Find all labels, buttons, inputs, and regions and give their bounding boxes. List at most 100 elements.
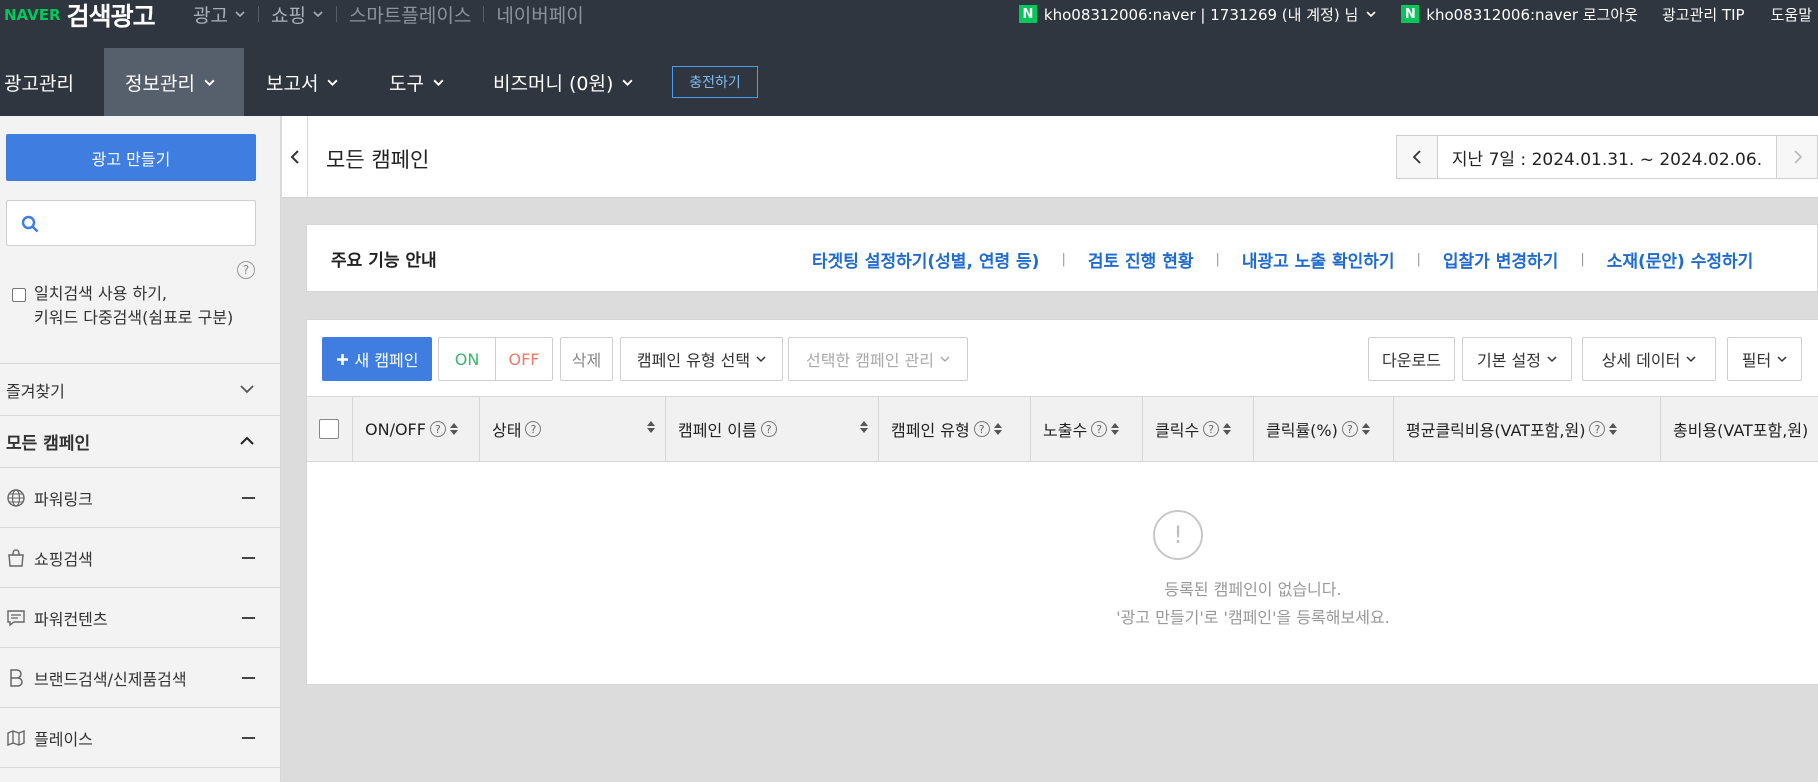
new-campaign-button[interactable]: 새 캠페인 [322, 337, 432, 381]
help-icon[interactable]: ? [237, 261, 255, 279]
campaign-toolbar: 새 캠페인 ON OFF 삭제 캠페인 유형 선택 선택한 캠페인 관리 다운로… [307, 320, 1818, 396]
chevron-down-icon [756, 356, 766, 363]
exact-match-checkbox[interactable] [12, 288, 26, 302]
main-header: 모든 캠페인 지난 7일 : 2024.01.31. ~ 2024.02.06. [282, 116, 1818, 198]
on-button[interactable]: ON [438, 337, 496, 381]
sidebar-item-brand[interactable]: 브랜드검색/신제품검색 [0, 647, 281, 707]
nav-info-management[interactable]: 정보관리 [104, 48, 244, 116]
help-icon[interactable]: ? [525, 421, 542, 437]
collapse-icon[interactable] [242, 737, 255, 739]
sidebar-item-powercontents[interactable]: 파워컨텐츠 [0, 587, 281, 647]
help-icon[interactable]: ? [1091, 421, 1108, 437]
logo[interactable]: NAVER 검색광고 [4, 0, 156, 31]
top-nav-shopping[interactable]: 쇼핑 [257, 5, 336, 27]
nav-ad-management-label: 광고관리 [4, 72, 74, 95]
column-onoff[interactable]: ON/OFF ? [353, 397, 480, 461]
nav-report[interactable]: 보고서 [266, 48, 339, 116]
column-ctr-label: 클릭률(%) [1266, 421, 1338, 440]
basic-setting-label: 기본 설정 [1477, 351, 1541, 370]
make-ad-button[interactable]: 광고 만들기 [6, 134, 256, 181]
naver-n-icon: N [1401, 5, 1420, 23]
date-next-button[interactable] [1776, 136, 1817, 178]
sort-icon[interactable] [1223, 423, 1232, 435]
sort-icon[interactable] [647, 421, 655, 433]
manage-selected-select[interactable]: 선택한 캠페인 관리 [788, 337, 968, 381]
all-campaigns-toggle[interactable]: 모든 캠페인 [0, 415, 281, 467]
tip-link[interactable]: 광고관리 TIP [1662, 4, 1745, 25]
date-range-picker[interactable]: 지난 7일 : 2024.01.31. ~ 2024.02.06. [1396, 135, 1818, 179]
column-avg-cpc[interactable]: 평균클릭비용(VAT포함,원) ? [1394, 397, 1661, 461]
filter-select[interactable]: 필터 [1727, 337, 1802, 381]
sidebar-item-place[interactable]: 플레이스 [0, 707, 281, 767]
sort-icon[interactable] [1111, 423, 1120, 435]
nav-report-label: 보고서 [266, 72, 319, 95]
collapse-icon[interactable] [242, 557, 255, 559]
top-nav-ad[interactable]: 광고 [178, 5, 258, 27]
favorites-toggle[interactable]: 즐겨찾기 [0, 363, 281, 415]
collapse-icon[interactable] [242, 677, 255, 679]
guide-separator: | [1416, 251, 1421, 267]
column-campaign-type[interactable]: 캠페인 유형 ? [879, 397, 1031, 461]
delete-button[interactable]: 삭제 [560, 337, 613, 381]
sidebar-item-shopping[interactable]: 쇼핑검색 [0, 527, 281, 587]
help-link[interactable]: 도움말 [1771, 4, 1812, 25]
help-icon[interactable]: ? [1589, 421, 1606, 437]
top-nav-smartplace[interactable]: 스마트플레이스 [335, 5, 483, 27]
guide-link-targeting[interactable]: 타겟팅 설정하기(성별, 연령 등) [812, 247, 1039, 272]
help-icon[interactable]: ? [1203, 421, 1220, 437]
search-input[interactable] [6, 200, 256, 246]
off-button[interactable]: OFF [495, 337, 553, 381]
logout-link[interactable]: N kho08312006:naver 로그아웃 [1401, 4, 1638, 25]
feature-guide: 주요 기능 안내 타겟팅 설정하기(성별, 연령 등) | 검토 진행 현황 |… [306, 224, 1818, 292]
column-status[interactable]: 상태 ? [480, 397, 666, 461]
collapse-icon[interactable] [242, 617, 255, 619]
sort-icon[interactable] [1361, 423, 1370, 435]
column-avg-cpc-label: 평균클릭비용(VAT포함,원) [1406, 421, 1586, 440]
globe-icon [7, 488, 25, 507]
keyword-option-line2: 키워드 다중검색(쉼표로 구분) [34, 308, 234, 327]
column-clicks-label: 클릭수 [1155, 421, 1200, 440]
charge-button[interactable]: 충전하기 [672, 66, 758, 98]
chevron-down-icon [240, 385, 254, 394]
select-all-checkbox[interactable] [319, 419, 339, 439]
sort-icon[interactable] [860, 421, 868, 433]
sort-icon[interactable] [1609, 423, 1618, 435]
sort-icon[interactable] [449, 423, 458, 435]
column-total-cost[interactable]: 총비용(VAT포함,원) [1661, 397, 1818, 461]
date-prev-button[interactable] [1397, 136, 1438, 178]
detail-data-select[interactable]: 상세 데이터 [1582, 337, 1716, 381]
guide-link-exposure[interactable]: 내광고 노출 확인하기 [1242, 247, 1395, 272]
sidebar-collapse-button[interactable] [282, 116, 308, 198]
guide-link-review[interactable]: 검토 진행 현황 [1088, 247, 1194, 272]
chevron-left-icon [290, 150, 299, 164]
nav-bizmoney[interactable]: 비즈머니 (0원) [493, 48, 634, 116]
nav-tools[interactable]: 도구 [389, 48, 445, 116]
top-nav-smartplace-label: 스마트플레이스 [348, 4, 472, 27]
help-icon[interactable]: ? [429, 421, 446, 437]
top-nav-naverpay[interactable]: 네이버페이 [483, 5, 595, 27]
nav-ad-management[interactable]: 광고관리 [4, 48, 74, 116]
account-menu[interactable]: N kho08312006:naver | 1731269 (내 계정) 님 [1018, 4, 1377, 25]
help-icon[interactable]: ? [1341, 421, 1358, 437]
column-ctr[interactable]: 클릭률(%) ? [1254, 397, 1394, 461]
column-clicks[interactable]: 클릭수 ? [1143, 397, 1254, 461]
date-range-text[interactable]: 지난 7일 : 2024.01.31. ~ 2024.02.06. [1438, 136, 1776, 178]
top-bar: NAVER 검색광고 광고 쇼핑 스마트플레이스 네이버페이 N kho0831… [0, 0, 1818, 48]
sort-icon[interactable] [993, 423, 1002, 435]
column-impressions[interactable]: 노출수 ? [1031, 397, 1143, 461]
sidebar-item-powerlink[interactable]: 파워링크 [0, 467, 281, 527]
download-button[interactable]: 다운로드 [1368, 337, 1455, 381]
campaign-type-select-label: 캠페인 유형 선택 [636, 351, 751, 370]
guide-link-bid[interactable]: 입찰가 변경하기 [1443, 247, 1558, 272]
column-campaign-name[interactable]: 캠페인 이름 ? [666, 397, 879, 461]
basic-setting-select[interactable]: 기본 설정 [1462, 337, 1572, 381]
brand-b-icon [10, 668, 23, 687]
collapse-icon[interactable] [242, 497, 255, 499]
campaign-type-select[interactable]: 캠페인 유형 선택 [620, 337, 783, 381]
help-icon[interactable]: ? [973, 421, 990, 437]
sidebar-divider [0, 767, 281, 782]
guide-link-creative[interactable]: 소재(문안) 수정하기 [1607, 247, 1754, 272]
guide-separator: | [1215, 251, 1220, 267]
help-icon[interactable]: ? [760, 421, 777, 437]
plus-icon [336, 353, 348, 365]
